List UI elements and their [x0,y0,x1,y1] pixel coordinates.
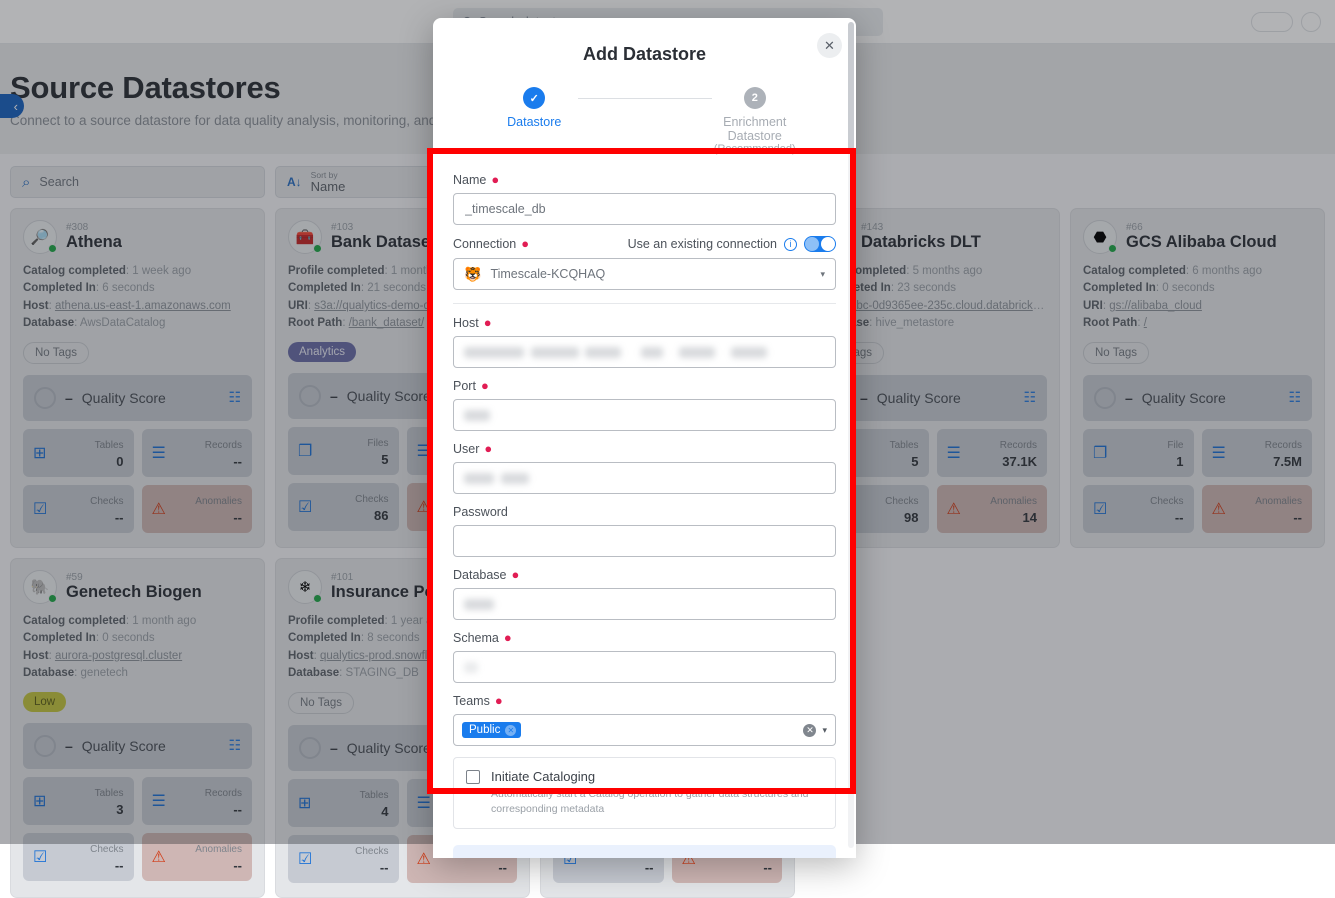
info-icon[interactable]: i [784,238,797,251]
stat-value: -- [763,860,772,875]
datastore-form: Name ● Connection ● Use an existing conn… [453,173,836,858]
stat-label: Checks [355,846,388,857]
teams-multiselect[interactable]: Public ✕ ✕ ▾ [453,714,836,746]
port-label-row: Port ● [453,379,836,393]
team-chip-label: Public [469,724,500,736]
modal-title: Add Datastore [453,18,836,65]
schema-label-row: Schema ● [453,631,836,645]
port-input[interactable] [453,399,836,431]
port-field-group: Port ● [453,379,836,431]
initiate-cataloging-title: Initiate Cataloging [491,769,823,784]
name-label: Name [453,173,486,187]
initiate-cataloging-checkbox[interactable] [466,770,480,784]
user-label: User [453,442,479,456]
initiate-cataloging-card[interactable]: Initiate Cataloging Automatically start … [453,757,836,829]
form-divider [453,303,836,304]
stat-value: -- [498,860,507,875]
stat-value: -- [233,858,242,873]
required-marker: ● [504,634,512,642]
ip-notice-banner: i Connection will be established from IP… [453,845,836,858]
wizard-stepper: ✓ Datastore 2 Enrichment Datastore (Reco… [453,87,836,155]
clear-all-icon[interactable]: ✕ [803,724,816,737]
remove-chip-icon[interactable]: ✕ [505,725,516,736]
step-2-badge: 2 [744,87,766,109]
warn-icon: ⚠ [152,847,166,867]
password-label-row: Password [453,505,836,519]
close-icon[interactable]: ✕ [817,33,842,58]
required-marker: ● [484,319,492,327]
use-existing-connection-label: Use an existing connection [628,237,777,251]
database-field-group: Database ● [453,568,836,620]
connection-select[interactable]: 🐯 Timescale-KCQHAQ ▾ [453,258,836,290]
connection-field-group: Connection ● Use an existing connection … [453,236,836,290]
checks-icon: ☑ [33,847,47,867]
step-2-sublabel: (Recommended) [712,143,799,155]
name-input[interactable] [453,193,836,225]
chevron-down-icon: ▾ [820,269,825,280]
step-2-label: Enrichment Datastore [712,115,799,143]
schema-field-group: Schema ● [453,631,836,683]
stepper-connector [578,98,712,99]
password-input[interactable] [453,525,836,557]
required-marker: ● [512,571,520,579]
host-label: Host [453,316,479,330]
port-label: Port [453,379,476,393]
user-label-row: User ● [453,442,836,456]
schema-label: Schema [453,631,499,645]
database-label-row: Database ● [453,568,836,582]
required-marker: ● [521,240,529,248]
schema-input[interactable] [453,651,836,683]
name-field-group: Name ● [453,173,836,225]
stat-label: Checks [90,844,123,855]
modal-scrollbar-thumb[interactable] [848,22,854,154]
step-1-label: Datastore [491,115,578,129]
name-label-row: Name ● [453,173,836,187]
warn-icon: ⚠ [417,849,431,869]
required-marker: ● [484,445,492,453]
user-field-group: User ● [453,442,836,494]
required-marker: ● [481,382,489,390]
password-label: Password [453,505,508,519]
teams-label: Teams [453,694,490,708]
connection-label: Connection [453,237,516,251]
stat-label: Anomalies [195,844,242,855]
step-1-badge: ✓ [523,87,545,109]
add-datastore-modal: ✕ Add Datastore ✓ Datastore 2 Enrichment… [433,18,856,858]
password-field-group: Password [453,505,836,557]
connection-provider-icon: 🐯 [464,266,481,283]
step-enrichment-datastore[interactable]: 2 Enrichment Datastore (Recommended) [712,87,799,155]
connection-label-row: Connection ● [453,237,529,251]
database-input[interactable] [453,588,836,620]
stat-value: -- [115,858,124,873]
required-marker: ● [495,697,503,705]
stat-value: -- [380,860,389,875]
step-datastore[interactable]: ✓ Datastore [491,87,578,129]
initiate-cataloging-description: Automatically start a Catalog operation … [491,787,823,817]
chevron-down-icon[interactable]: ▾ [822,725,827,736]
team-chip-public[interactable]: Public ✕ [462,722,521,738]
checks-icon: ☑ [298,849,312,869]
modal-scrollbar[interactable] [848,22,854,848]
host-field-group: Host ● [453,316,836,368]
use-existing-connection-group: Use an existing connection i [628,236,836,252]
stat-value: -- [645,860,654,875]
teams-field-group: Teams ● Public ✕ ✕ ▾ [453,694,836,746]
connection-selected-value: Timescale-KCQHAQ [490,267,605,281]
host-label-row: Host ● [453,316,836,330]
database-label: Database [453,568,507,582]
teams-label-row: Teams ● [453,694,836,708]
use-existing-connection-toggle[interactable] [804,236,836,252]
required-marker: ● [491,176,499,184]
